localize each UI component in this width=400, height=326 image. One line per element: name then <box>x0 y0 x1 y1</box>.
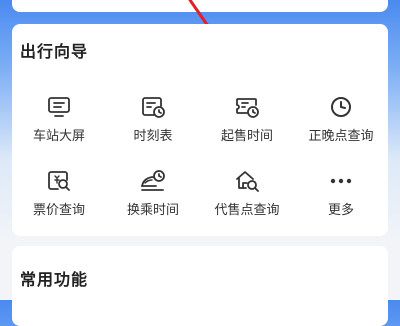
station-screen-label: 车站大屏 <box>32 129 85 144</box>
transfer-time-label: 换乘时间 <box>126 203 179 218</box>
more-label: 更多 <box>327 203 354 218</box>
punctuality-query-button[interactable]: 正晚点查询 <box>294 88 388 162</box>
timetable-button[interactable]: 时刻表 <box>106 88 200 162</box>
fare-search-button[interactable]: 票价查询 <box>12 162 106 236</box>
agency-search-button[interactable]: 代售点查询 <box>200 162 294 236</box>
timetable-icon <box>142 97 165 118</box>
travel-guide-card: 出行向导 车站大屏 时刻表 起售时间 正晚点查询 票价查询 换乘时间 代售点查询… <box>12 24 388 236</box>
fare-search-icon <box>48 171 70 191</box>
agency-search-icon <box>236 171 259 192</box>
more-button[interactable]: 更多 <box>294 162 388 236</box>
travel-guide-grid: 车站大屏 时刻表 起售时间 正晚点查询 票价查询 换乘时间 代售点查询 更多 <box>12 88 388 236</box>
ticket-sale-time-icon <box>236 98 259 118</box>
common-functions-card: 常用功能 <box>12 246 388 326</box>
ticket-sale-time-label: 起售时间 <box>220 129 273 144</box>
transfer-time-button[interactable]: 换乘时间 <box>106 162 200 236</box>
station-screen-button[interactable]: 车站大屏 <box>12 88 106 162</box>
travel-guide-title: 出行向导 <box>20 42 89 61</box>
station-screen-icon <box>48 97 70 117</box>
agency-search-label: 代售点查询 <box>214 203 280 218</box>
ticket-sale-time-button[interactable]: 起售时间 <box>200 88 294 162</box>
timetable-label: 时刻表 <box>133 129 173 144</box>
more-dots-icon <box>330 178 352 184</box>
transfer-time-icon <box>141 170 165 191</box>
punctuality-query-label: 正晚点查询 <box>308 129 374 144</box>
common-functions-title: 常用功能 <box>20 270 89 289</box>
clock-icon <box>331 97 351 117</box>
fare-search-label: 票价查询 <box>32 203 85 218</box>
